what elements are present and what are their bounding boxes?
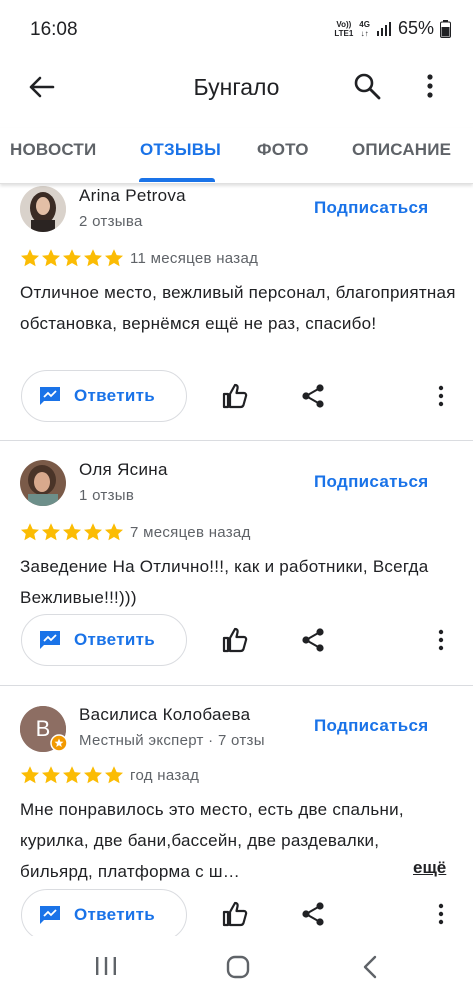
reply-label: Ответить — [74, 905, 155, 924]
reviewer-meta: Местный эксперт · 7 отзы — [79, 732, 265, 749]
more-vert-icon[interactable] — [418, 71, 442, 101]
share-icon[interactable] — [301, 383, 325, 409]
review-time: 11 месяцев назад — [130, 250, 259, 267]
review-divider — [0, 440, 473, 441]
reply-button[interactable]: Ответить — [21, 370, 187, 422]
reply-icon — [40, 631, 60, 649]
thumbs-up-icon[interactable] — [221, 900, 249, 928]
reviewer-meta: 1 отзыв — [79, 487, 135, 504]
system-nav-bar — [0, 936, 473, 998]
review-divider — [0, 685, 473, 686]
status-icons: Vo)) LTE1 4G ↓↑ 65% — [334, 18, 451, 39]
review-more-icon[interactable] — [433, 627, 449, 653]
avatar[interactable]: В — [20, 706, 68, 752]
rating-stars — [20, 765, 124, 785]
tab-reviews[interactable]: ОТЗЫВЫ — [140, 140, 221, 160]
rating-stars — [20, 248, 124, 268]
review-more-icon[interactable] — [433, 901, 449, 927]
reviewer-meta: 2 отзыва — [79, 213, 143, 230]
star-icon — [63, 523, 81, 541]
battery-percent: 65% — [397, 18, 434, 38]
reply-button[interactable]: Ответить — [21, 614, 187, 666]
share-icon[interactable] — [301, 901, 325, 927]
reviewer-name[interactable]: Arina Petrova — [79, 186, 186, 206]
tab-description[interactable]: ОПИСАНИЕ — [352, 140, 451, 160]
star-icon — [21, 766, 39, 784]
subscribe-button[interactable]: Подписаться — [314, 198, 428, 218]
tab-news[interactable]: НОВОСТИ — [10, 140, 96, 160]
star-icon — [84, 249, 102, 267]
avatar[interactable] — [20, 460, 66, 506]
tab-bar: НОВОСТИ ОТЗЫВЫ ФОТО ОПИСАНИЕ — [0, 128, 473, 184]
status-bar: 16:08 Vo)) LTE1 4G ↓↑ 65% — [0, 0, 473, 62]
thumbs-up-icon[interactable] — [221, 382, 249, 410]
reply-label: Ответить — [74, 386, 155, 405]
reviewer-name[interactable]: Оля Ясина — [79, 460, 168, 480]
recents-icon[interactable] — [95, 955, 117, 977]
avatar-photo — [20, 460, 66, 506]
thumbs-up-icon[interactable] — [221, 626, 249, 654]
review-text: Отличное место, вежливый персонал, благо… — [20, 283, 456, 333]
reviewer-name[interactable]: Василиса Колобаева — [79, 705, 250, 725]
review-time: год назад — [130, 767, 200, 784]
star-icon — [42, 249, 60, 267]
star-icon — [63, 766, 81, 784]
star-icon — [42, 766, 60, 784]
share-icon[interactable] — [301, 627, 325, 653]
review-text: Заведение На Отлично!!!, как и работники… — [20, 557, 429, 607]
star-icon — [105, 766, 123, 784]
star-icon — [84, 766, 102, 784]
star-icon — [21, 249, 39, 267]
status-time: 16:08 — [30, 19, 78, 40]
read-more-link[interactable]: ещё — [413, 858, 446, 878]
home-icon[interactable] — [226, 955, 250, 979]
star-icon — [105, 249, 123, 267]
tab-photos[interactable]: ФОТО — [257, 140, 309, 160]
back-icon[interactable] — [362, 954, 378, 980]
volte-indicator: Vo)) LTE1 — [334, 19, 354, 38]
local-guide-badge-icon — [50, 734, 68, 752]
avatar[interactable] — [20, 186, 66, 232]
subscribe-button[interactable]: Подписаться — [314, 716, 428, 736]
reply-label: Ответить — [74, 630, 155, 649]
star-icon — [21, 523, 39, 541]
signal-icon — [376, 21, 391, 36]
star-icon — [42, 523, 60, 541]
review-more-icon[interactable] — [433, 383, 449, 409]
star-icon — [63, 249, 81, 267]
rating-stars — [20, 522, 124, 542]
avatar-photo — [20, 186, 66, 232]
reply-button[interactable]: Ответить — [21, 889, 187, 941]
star-icon — [105, 523, 123, 541]
star-icon — [84, 523, 102, 541]
battery-icon — [440, 19, 451, 38]
network-indicator: 4G ↓↑ — [359, 19, 370, 38]
review-text: Мне понравилось это место, есть две спал… — [20, 800, 404, 881]
page-title: Бунгало — [193, 74, 280, 100]
active-tab-indicator — [139, 178, 215, 182]
search-icon[interactable] — [352, 71, 382, 101]
review-time: 7 месяцев назад — [130, 524, 251, 541]
reply-icon — [40, 906, 60, 924]
app-bar: Бунгало — [0, 62, 473, 112]
reply-icon — [40, 387, 60, 405]
subscribe-button[interactable]: Подписаться — [314, 472, 428, 492]
